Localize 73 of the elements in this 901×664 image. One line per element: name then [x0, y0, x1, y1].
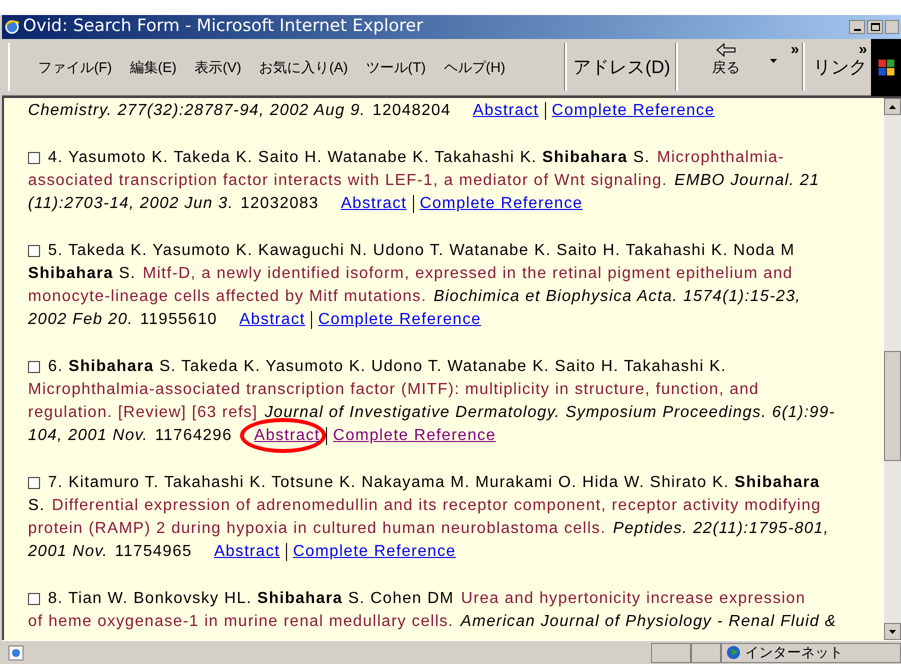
record-id: 11764296 — [154, 426, 232, 446]
menu-item[interactable]: 表示(V) — [194, 56, 242, 78]
article-title: of heme oxygenase-1 in murine renal medullary cells. — [28, 612, 454, 632]
authors: Shibahara S. — [28, 264, 136, 284]
minimize-button[interactable] — [849, 20, 865, 34]
article-title: protein (RAMP) 2 during hypoxia in cultured human neuroblastoma cells. — [28, 519, 606, 539]
scroll-down-button[interactable] — [884, 623, 901, 640]
article-title: associated transcription factor interacts with LEF-1, a mediator of Wnt signaling. — [28, 171, 668, 191]
reference-link[interactable]: Complete Reference — [420, 195, 583, 212]
menu-item[interactable]: 編集(E) — [130, 56, 177, 78]
scroll-up-button[interactable] — [884, 98, 901, 115]
authors: 5. Takeda K. Yasumoto K. Kawaguchi N. Udono T. Watanabe K. Saito H. Takahashi K. Noda M — [48, 241, 795, 261]
article-title: Urea and hypertonicity increase expression — [461, 589, 806, 609]
abstract-link[interactable]: Abstract — [239, 311, 306, 328]
reference-link[interactable]: Complete Reference — [333, 427, 496, 444]
article-title: Differential expression of adrenomedullin and its receptor component, receptor activity modifying — [52, 496, 822, 516]
scrollbar[interactable] — [884, 98, 901, 640]
menu-item[interactable]: お気に入り(A) — [259, 56, 348, 78]
record-id: 12048204 — [372, 101, 451, 121]
menu-item[interactable]: ツール(T) — [366, 56, 426, 78]
record-id: 12032083 — [240, 194, 319, 214]
up-arrow-icon — [889, 104, 896, 108]
journal-citation: American Journal of Physiology - Renal Fluid & — [460, 612, 836, 632]
abstract-link[interactable]: Abstract — [472, 102, 539, 119]
status-pane — [651, 642, 691, 662]
authors: 6. Shibahara S. Takeda K. Yasumoto K. Udono T. Watanabe K. Saito H. Takahashi K. — [48, 357, 726, 377]
address-label[interactable]: アドレス(D) — [573, 54, 670, 80]
dropdown-caret-icon[interactable] — [770, 59, 778, 63]
browser-icon — [4, 19, 20, 35]
maximize-button[interactable] — [867, 20, 883, 34]
journal-citation: EMBO Journal. 21 — [674, 171, 820, 191]
journal-citation: Journal of Investigative Dermatology. Symposium Proceedings. 6(1):99- — [264, 403, 836, 423]
article-title: monocyte-lineage cells affected by Mitf mutations. — [28, 287, 427, 307]
scroll-thumb[interactable] — [884, 351, 901, 461]
article-title: Microphthalmia- — [656, 148, 784, 168]
back-button[interactable]: 戻る — [712, 43, 740, 78]
journal-citation: 2002 Feb 20. — [28, 310, 134, 330]
checkbox[interactable] — [28, 592, 40, 604]
checkbox[interactable] — [28, 360, 40, 372]
back-arrow-icon — [716, 43, 736, 57]
journal-citation: Chemistry. 277(32):28787-94, 2002 Aug 9. — [28, 101, 366, 121]
page-icon — [8, 644, 24, 660]
authors: 4. Yasumoto K. Takeda K. Saito H. Watanabe K. Takahashi K. Shibahara S. — [48, 148, 650, 168]
article-title: Microphthalmia-associated transcription factor (MITF): multiplicity in structure, function, and — [28, 380, 760, 400]
windows-logo-icon — [871, 39, 901, 96]
abstract-link[interactable]: Abstract — [214, 543, 280, 560]
globe-icon — [726, 645, 741, 660]
more-chevron[interactable]: » — [790, 39, 800, 62]
reference-link[interactable]: Complete Reference — [552, 102, 715, 119]
authors: 7. Kitamuro T. Takahashi K. Totsune K. Nakayama M. Murakami O. Hida W. Shirato K. Shibahara — [48, 473, 820, 493]
reference-link[interactable]: Complete Reference — [292, 543, 456, 560]
record-id: 11754965 — [114, 542, 192, 562]
menu-item[interactable]: ファイル(F) — [38, 56, 112, 78]
article-title: regulation. [Review] [63 refs] — [28, 403, 258, 423]
checkbox[interactable] — [28, 152, 40, 164]
record-id: 11955610 — [140, 310, 218, 330]
abstract-link[interactable]: Abstract — [254, 427, 320, 444]
journal-citation: 104, 2001 Nov. — [28, 426, 148, 446]
menu-item[interactable]: ヘルプ(H) — [444, 56, 506, 78]
down-arrow-icon — [889, 630, 896, 634]
reference-link[interactable]: Complete Reference — [318, 311, 482, 328]
security-zone: インターネット — [745, 643, 843, 662]
abstract-link[interactable]: Abstract — [340, 195, 407, 212]
article-title: Mitf-D, a newly identified isoform, expressed in the retinal pigment epithelium and — [142, 264, 793, 284]
authors: 8. Tian W. Bonkovsky HL. Shibahara S. Cohen DM — [48, 589, 454, 609]
window-title: Ovid: Search Form - Microsoft Internet Explorer — [23, 15, 424, 38]
checkbox[interactable] — [28, 244, 40, 256]
journal-citation: 2001 Nov. — [28, 542, 108, 562]
authors: S. — [28, 496, 45, 516]
journal-citation: (11):2703-14, 2002 Jun 3. — [28, 194, 234, 214]
journal-citation: Peptides. 22(11):1795-801, — [612, 519, 830, 539]
journal-citation: Biochimica et Biophysica Acta. 1574(1):15-23, — [434, 287, 801, 307]
checkbox[interactable] — [28, 476, 40, 488]
